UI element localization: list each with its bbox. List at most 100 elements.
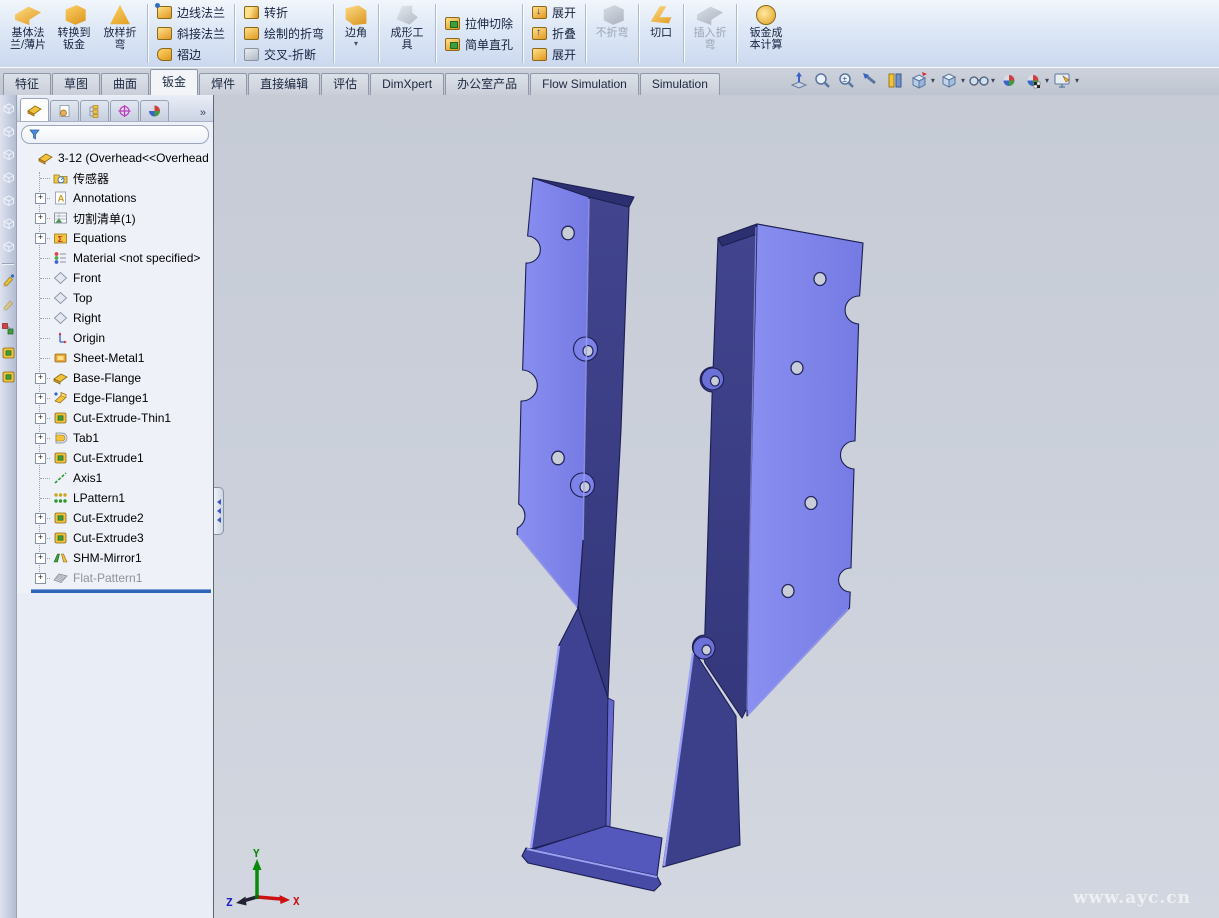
panel-expand-chevron[interactable]: » bbox=[196, 107, 210, 121]
hide-show-items-icon[interactable] bbox=[968, 70, 990, 90]
tab-features[interactable]: 特征 bbox=[3, 73, 51, 95]
previous-view-icon[interactable] bbox=[860, 70, 882, 90]
tree-filter-input[interactable] bbox=[21, 125, 209, 144]
tree-item-front-plane[interactable]: Front bbox=[17, 268, 213, 288]
graphics-viewport[interactable]: Y X Z www.ayc.cn bbox=[214, 95, 1219, 918]
tree-item-annotations[interactable]: +Annotations bbox=[17, 188, 213, 208]
display-style-icon[interactable] bbox=[938, 70, 960, 90]
expand-toggle[interactable]: + bbox=[35, 573, 46, 584]
view-settings-icon[interactable] bbox=[1052, 70, 1074, 90]
tree-item-base-flange[interactable]: +Base-Flange bbox=[17, 368, 213, 388]
dropdown-arrow-icon[interactable]: ▾ bbox=[961, 76, 965, 85]
tab-flow-simulation[interactable]: Flow Simulation bbox=[530, 73, 639, 95]
tree-item-equations[interactable]: +Equations bbox=[17, 228, 213, 248]
jog-button[interactable]: 转折 bbox=[239, 3, 329, 23]
tree-item-cut-extrude2[interactable]: +Cut-Extrude2 bbox=[17, 508, 213, 528]
sketch-icon[interactable] bbox=[1, 274, 15, 288]
section-view-icon[interactable] bbox=[884, 70, 906, 90]
tree-item-sensors[interactable]: 传感器 bbox=[17, 168, 213, 188]
expand-toggle[interactable]: + bbox=[35, 213, 46, 224]
tree-item-material[interactable]: Material <not specified> bbox=[17, 248, 213, 268]
tab-office-products[interactable]: 办公室产品 bbox=[445, 73, 529, 95]
displaymanager-tab[interactable] bbox=[140, 100, 169, 121]
expand-toggle[interactable]: + bbox=[35, 193, 46, 204]
tree-item-right-plane[interactable]: Right bbox=[17, 308, 213, 328]
expand-toggle[interactable]: + bbox=[35, 513, 46, 524]
reference-geometry-icon[interactable] bbox=[1, 322, 15, 336]
fold-button[interactable]: 折叠 bbox=[527, 24, 581, 44]
view-cube-icon[interactable] bbox=[2, 125, 15, 138]
view-cube-icon[interactable] bbox=[2, 194, 15, 207]
tree-item-shm-mirror1[interactable]: +SHM-Mirror1 bbox=[17, 548, 213, 568]
expand-toggle[interactable]: + bbox=[35, 553, 46, 564]
tree-item-cutlist[interactable]: +切割清单(1) bbox=[17, 208, 213, 228]
apply-scene-icon[interactable] bbox=[1022, 70, 1044, 90]
tab-dimxpert[interactable]: DimXpert bbox=[370, 73, 444, 95]
tree-item-origin[interactable]: Origin bbox=[17, 328, 213, 348]
view-cube-icon[interactable] bbox=[2, 217, 15, 230]
view-cube-icon[interactable] bbox=[2, 102, 15, 115]
tree-item-cut-extrude1[interactable]: +Cut-Extrude1 bbox=[17, 448, 213, 468]
expand-toggle[interactable]: + bbox=[35, 413, 46, 424]
tree-item-cut-extrude-thin1[interactable]: +Cut-Extrude-Thin1 bbox=[17, 408, 213, 428]
dropdown-arrow-icon[interactable]: ▾ bbox=[991, 76, 995, 85]
sketched-bend-button[interactable]: 绘制的折弯 bbox=[239, 24, 329, 44]
panel-splitter-handle[interactable] bbox=[214, 487, 224, 535]
expand-toggle[interactable]: + bbox=[35, 233, 46, 244]
tab-evaluate[interactable]: 评估 bbox=[321, 73, 369, 95]
tree-item-flat-pattern1[interactable]: +Flat-Pattern1 bbox=[17, 568, 213, 588]
no-bends-button[interactable]: 不折弯 bbox=[590, 1, 634, 66]
dropdown-arrow-icon[interactable]: ▾ bbox=[354, 40, 358, 48]
flatten-button[interactable]: 展开 bbox=[527, 45, 581, 65]
rip-button[interactable]: 切口 bbox=[643, 1, 679, 66]
sheetmetal-costing-button[interactable]: 钣金成 本计算 bbox=[741, 1, 791, 66]
tab-surfaces[interactable]: 曲面 bbox=[101, 73, 149, 95]
unfold-button[interactable]: 展开 bbox=[527, 3, 581, 23]
expand-toggle[interactable]: + bbox=[35, 373, 46, 384]
tab-direct-editing[interactable]: 直接编辑 bbox=[248, 73, 320, 95]
tree-item-top-plane[interactable]: Top bbox=[17, 288, 213, 308]
tree-item-cut-extrude3[interactable]: +Cut-Extrude3 bbox=[17, 528, 213, 548]
convert-to-sheetmetal-button[interactable]: 转换到 钣金 bbox=[51, 1, 97, 66]
edit-appearance-icon[interactable] bbox=[998, 70, 1020, 90]
zoom-in-out-icon[interactable]: ± bbox=[836, 70, 858, 90]
dropdown-arrow-icon[interactable]: ▾ bbox=[931, 76, 935, 85]
tree-item-axis1[interactable]: Axis1 bbox=[17, 468, 213, 488]
expand-toggle[interactable]: + bbox=[35, 453, 46, 464]
zoom-to-area-icon[interactable] bbox=[812, 70, 834, 90]
tree-item-tab1[interactable]: +Tab1 bbox=[17, 428, 213, 448]
simple-hole-button[interactable]: 简单直孔 bbox=[440, 34, 518, 54]
expand-toggle[interactable]: + bbox=[35, 393, 46, 404]
view-cube-icon[interactable] bbox=[2, 148, 15, 161]
dropdown-arrow-icon[interactable]: ▾ bbox=[1075, 76, 1079, 85]
forming-tool-button[interactable]: 成形工 具 bbox=[383, 1, 431, 66]
lofted-bend-button[interactable]: 放样折 弯 bbox=[97, 1, 143, 66]
cross-break-button[interactable]: 交叉-折断 bbox=[239, 45, 329, 65]
tree-item-edge-flange1[interactable]: +Edge-Flange1 bbox=[17, 388, 213, 408]
base-flange-button[interactable]: 基体法 兰/薄片 bbox=[5, 1, 51, 66]
view-orientation-icon[interactable] bbox=[908, 70, 930, 90]
insert-bends-button[interactable]: 插入折 弯 bbox=[688, 1, 732, 66]
featuremanager-tree-tab[interactable] bbox=[20, 98, 49, 121]
extrude-icon[interactable] bbox=[1, 346, 15, 360]
expand-toggle[interactable]: + bbox=[35, 433, 46, 444]
dimxpertmanager-tab[interactable] bbox=[110, 100, 139, 121]
hem-button[interactable]: 褶边 bbox=[152, 45, 230, 65]
tab-weldments[interactable]: 焊件 bbox=[199, 73, 247, 95]
tree-item-sheet-metal1[interactable]: Sheet-Metal1 bbox=[17, 348, 213, 368]
miter-flange-button[interactable]: 斜接法兰 bbox=[152, 24, 230, 44]
expand-toggle[interactable]: + bbox=[35, 533, 46, 544]
tree-item-lpattern1[interactable]: LPattern1 bbox=[17, 488, 213, 508]
zoom-to-fit-icon[interactable] bbox=[788, 70, 810, 90]
tab-sketch[interactable]: 草图 bbox=[52, 73, 100, 95]
view-cube-icon[interactable] bbox=[2, 171, 15, 184]
configurationmanager-tab[interactable] bbox=[80, 100, 109, 121]
propertymanager-tab[interactable] bbox=[50, 100, 79, 121]
tab-simulation[interactable]: Simulation bbox=[640, 73, 720, 95]
tab-sheetmetal[interactable]: 钣金 bbox=[150, 69, 198, 95]
tree-root-part[interactable]: 3-12 (Overhead<<Overhead bbox=[17, 148, 213, 168]
extruded-cut-button[interactable]: 拉伸切除 bbox=[440, 13, 518, 33]
3d-sketch-icon[interactable] bbox=[1, 298, 15, 312]
revolve-icon[interactable] bbox=[1, 370, 15, 384]
corners-button[interactable]: 边角▾ bbox=[338, 1, 374, 66]
